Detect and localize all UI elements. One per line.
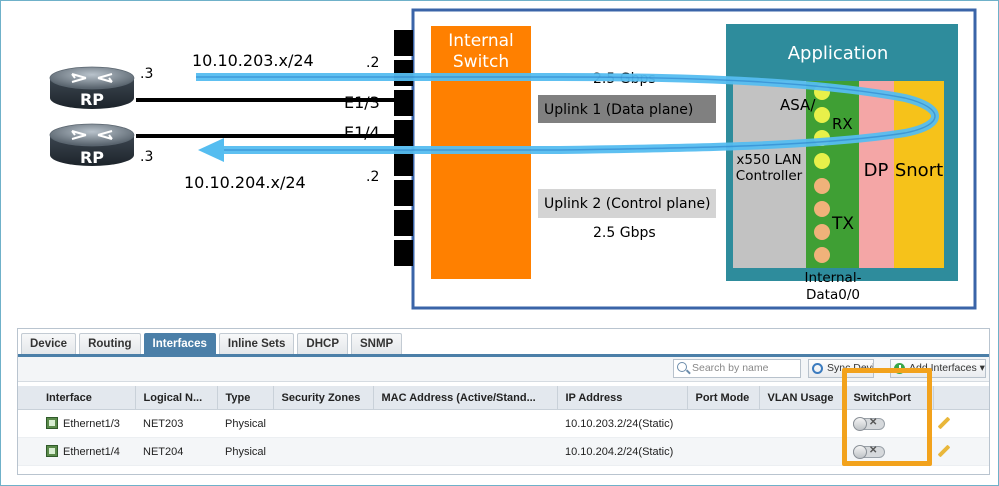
col-vlan-usage[interactable]: VLAN Usage	[759, 386, 846, 410]
cell-port-mode	[687, 437, 759, 466]
col-logical-name[interactable]: Logical N...	[135, 386, 218, 410]
device-tabs: Device Routing Interfaces Inline Sets DH…	[21, 333, 405, 354]
tab-snmp[interactable]: SNMP	[351, 333, 403, 354]
interface-icon	[46, 445, 58, 457]
uplink2-label: Uplink 2 (Control plane)	[544, 196, 711, 212]
sync-icon	[812, 363, 823, 374]
search-icon	[677, 362, 687, 372]
snort-label: Snort	[895, 160, 943, 181]
router-top-label: RP	[80, 90, 104, 109]
tx-label: TX	[831, 214, 854, 234]
application-title: Application	[788, 43, 889, 64]
switchport-highlight	[842, 368, 932, 466]
asa-label: ASA/	[780, 96, 816, 114]
col-port-mode[interactable]: Port Mode	[687, 386, 760, 410]
uplink2-speed: 2.5 Gbps	[593, 225, 656, 241]
cell-security-zones	[273, 437, 373, 466]
port-e13-label: E1/3	[344, 93, 380, 112]
cell-logical-name: NET203	[135, 409, 217, 438]
cell-type: Physical	[217, 437, 273, 466]
bottom-gw-octet: .2	[366, 169, 379, 185]
cell-ip: 10.10.204.2/24(Static)	[557, 437, 687, 466]
edit-pencil-icon[interactable]	[937, 416, 951, 430]
internal-data-label-2: Data0/0	[806, 287, 860, 303]
col-ip-address[interactable]: IP Address	[557, 386, 688, 410]
cell-mac	[373, 437, 557, 466]
search-placeholder: Search by name	[692, 362, 769, 374]
cell-mac	[373, 409, 557, 438]
cell-vlan-usage	[759, 409, 845, 438]
edit-pencil-icon[interactable]	[937, 444, 951, 458]
col-actions	[933, 386, 989, 410]
tab-routing[interactable]: Routing	[79, 333, 141, 354]
top-gw-octet: .2	[366, 55, 379, 71]
interface-icon	[46, 417, 58, 429]
cell-interface: Ethernet1/3	[63, 418, 120, 430]
tab-dhcp[interactable]: DHCP	[297, 333, 348, 354]
cell-security-zones	[273, 409, 373, 438]
port-e14-label: E1/4	[344, 123, 380, 142]
cell-logical-name: NET204	[135, 437, 217, 466]
cell-vlan-usage	[759, 437, 845, 466]
internal-switch-label-2: Switch	[453, 52, 509, 72]
cell-port-mode	[687, 409, 759, 438]
router-top: RP	[49, 66, 135, 109]
tab-device[interactable]: Device	[21, 333, 77, 354]
lan-controller-label-2: Controller	[736, 168, 803, 184]
internal-data-label-1: Internal-	[805, 270, 862, 286]
col-security-zones[interactable]: Security Zones	[273, 386, 374, 410]
cell-type: Physical	[217, 409, 273, 438]
tab-inline-sets[interactable]: Inline Sets	[218, 333, 295, 354]
col-interface[interactable]: Interface	[38, 386, 136, 410]
col-mac-address[interactable]: MAC Address (Active/Stand...	[373, 386, 558, 410]
lan-controller-label-1: x550 LAN	[736, 152, 801, 168]
uplink1-label: Uplink 1 (Data plane)	[544, 102, 693, 118]
cell-ip: 10.10.203.2/24(Static)	[557, 409, 687, 438]
col-type[interactable]: Type	[217, 386, 274, 410]
header-spacer	[18, 386, 38, 410]
search-input[interactable]: Search by name	[673, 359, 801, 378]
internal-switch-label-1: Internal	[448, 31, 514, 51]
network-diagram: RP RP .3 .3 10.10.203.x/24 10.10.204.x/2…	[49, 8, 977, 310]
router-bottom-label: RP	[80, 148, 104, 167]
top-subnet-label: 10.10.203.x/24	[192, 51, 314, 70]
cell-interface: Ethernet1/4	[63, 446, 120, 458]
dp-label: DP	[864, 160, 889, 181]
router-bottom: RP	[49, 123, 135, 167]
tab-interfaces[interactable]: Interfaces	[143, 333, 216, 354]
bottom-subnet-label: 10.10.204.x/24	[184, 173, 306, 192]
rx-label: RX	[832, 115, 853, 133]
router-bottom-octet: .3	[140, 149, 153, 165]
router-top-octet: .3	[140, 66, 153, 82]
